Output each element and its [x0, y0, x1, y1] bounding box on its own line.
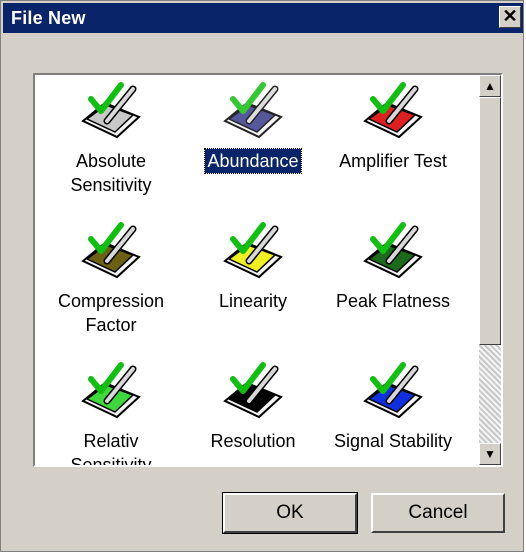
scroll-thumb[interactable] — [479, 97, 501, 345]
document-check-icon — [363, 82, 423, 139]
template-grid: Absolute Sensitivity Abundance Amplifier Te… — [35, 75, 481, 465]
title-bar: File New ✕ — [3, 3, 523, 33]
document-check-icon — [223, 362, 283, 419]
template-item[interactable]: Abundance — [183, 81, 323, 174]
template-item-label: Abundance — [204, 148, 302, 174]
scroll-down-button[interactable]: ▼ — [479, 443, 501, 465]
template-item[interactable]: Resolution — [183, 361, 323, 453]
template-item-label: Linearity — [218, 291, 288, 311]
document-check-icon — [81, 82, 141, 139]
document-check-icon — [81, 362, 141, 419]
document-check-icon — [363, 222, 423, 279]
scroll-up-button[interactable]: ▲ — [479, 75, 501, 97]
template-item-label: Amplifier Test — [339, 151, 447, 171]
template-item-label: Compression Factor — [57, 291, 165, 335]
file-new-dialog: File New ✕ Absolute Sensitivity Abundance A… — [0, 0, 524, 552]
template-item-label: Relativ Sensitivity — [70, 431, 152, 465]
document-check-icon — [81, 222, 141, 279]
cancel-button[interactable]: Cancel — [371, 493, 505, 533]
template-item-label: Peak Flatness — [335, 291, 451, 311]
vertical-scrollbar[interactable]: ▲ ▼ — [479, 75, 501, 465]
template-item[interactable]: Signal Stability — [323, 361, 463, 453]
template-item[interactable]: Peak Flatness — [323, 221, 463, 313]
ok-button[interactable]: OK — [222, 492, 358, 534]
template-item-label: Signal Stability — [333, 431, 453, 451]
template-item[interactable]: Linearity — [183, 221, 323, 313]
template-item[interactable]: Compression Factor — [41, 221, 181, 337]
document-check-icon — [223, 82, 283, 139]
template-item-label: Resolution — [210, 431, 296, 451]
template-item-label: Absolute Sensitivity — [70, 151, 152, 195]
document-check-icon — [363, 362, 423, 419]
template-item[interactable]: Amplifier Test — [323, 81, 463, 173]
document-check-icon — [223, 222, 283, 279]
close-button[interactable]: ✕ — [499, 6, 521, 28]
template-list: Absolute Sensitivity Abundance Amplifier Te… — [33, 73, 503, 467]
template-item[interactable]: Relativ Sensitivity — [41, 361, 181, 465]
dialog-title: File New — [11, 8, 86, 28]
template-item[interactable]: Absolute Sensitivity — [41, 81, 181, 197]
